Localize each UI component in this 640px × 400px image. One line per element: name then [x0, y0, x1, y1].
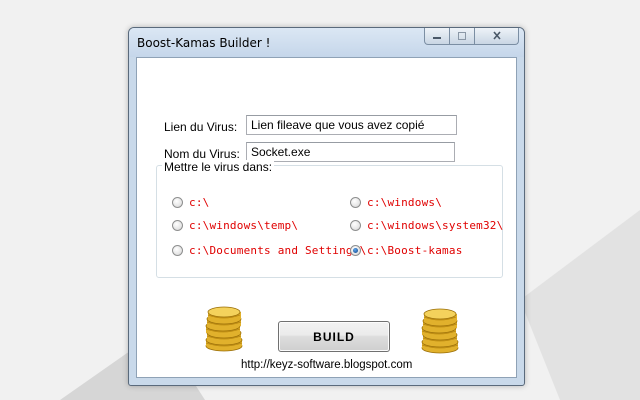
radio-label: c:\windows\	[367, 196, 443, 209]
radio-option-boost-kamas[interactable]: c:\Boost-kamas	[350, 244, 463, 257]
radio-label: c:\windows\system32\	[367, 219, 504, 232]
radio-button[interactable]	[350, 197, 361, 208]
radio-option-system32[interactable]: c:\windows\system32\	[350, 219, 503, 232]
footer-link[interactable]: http://keyz-software.blogspot.com	[241, 359, 412, 371]
close-button[interactable]	[475, 28, 519, 45]
radio-button[interactable]	[350, 220, 361, 231]
radio-button[interactable]	[172, 197, 183, 208]
radio-option-windows[interactable]: c:\windows\	[350, 196, 442, 209]
gold-coins-icon	[205, 306, 243, 352]
maximize-icon	[458, 32, 466, 40]
virus-link-input[interactable]: Lien fileave que vous avez copié	[246, 115, 457, 135]
gold-coins-icon	[421, 308, 459, 354]
radio-label: c:\	[189, 196, 210, 209]
minimize-icon	[433, 37, 441, 39]
build-button[interactable]: BUILD	[278, 321, 390, 352]
minimize-button[interactable]	[424, 28, 450, 45]
radio-option-windows-temp[interactable]: c:\windows\temp\	[172, 219, 298, 232]
close-icon	[492, 31, 501, 40]
radio-label: c:\Documents and Settings\	[189, 244, 367, 257]
dialog-body: Lien du Virus: Lien fileave que vous ave…	[136, 57, 517, 378]
virus-name-label: Nom du Virus:	[164, 147, 240, 161]
caption-buttons	[424, 28, 519, 46]
virus-link-label: Lien du Virus:	[164, 120, 238, 134]
radio-button-selected[interactable]	[350, 245, 361, 256]
virus-name-input[interactable]: Socket.exe	[246, 142, 455, 162]
location-group-title: Mettre le virus dans:	[162, 160, 275, 174]
title-bar[interactable]: Boost-Kamas Builder !	[129, 28, 524, 57]
radio-label: c:\Boost-kamas	[367, 244, 463, 257]
window-title: Boost-Kamas Builder !	[137, 36, 271, 50]
maximize-button[interactable]	[450, 28, 475, 45]
radio-button[interactable]	[172, 220, 183, 231]
app-window: Boost-Kamas Builder ! Lien du Virus: Lie…	[128, 27, 525, 386]
radio-option-documents-settings[interactable]: c:\Documents and Settings\	[172, 244, 366, 257]
radio-button[interactable]	[172, 245, 183, 256]
radio-option-c-root[interactable]: c:\	[172, 196, 209, 209]
radio-label: c:\windows\temp\	[189, 219, 299, 232]
